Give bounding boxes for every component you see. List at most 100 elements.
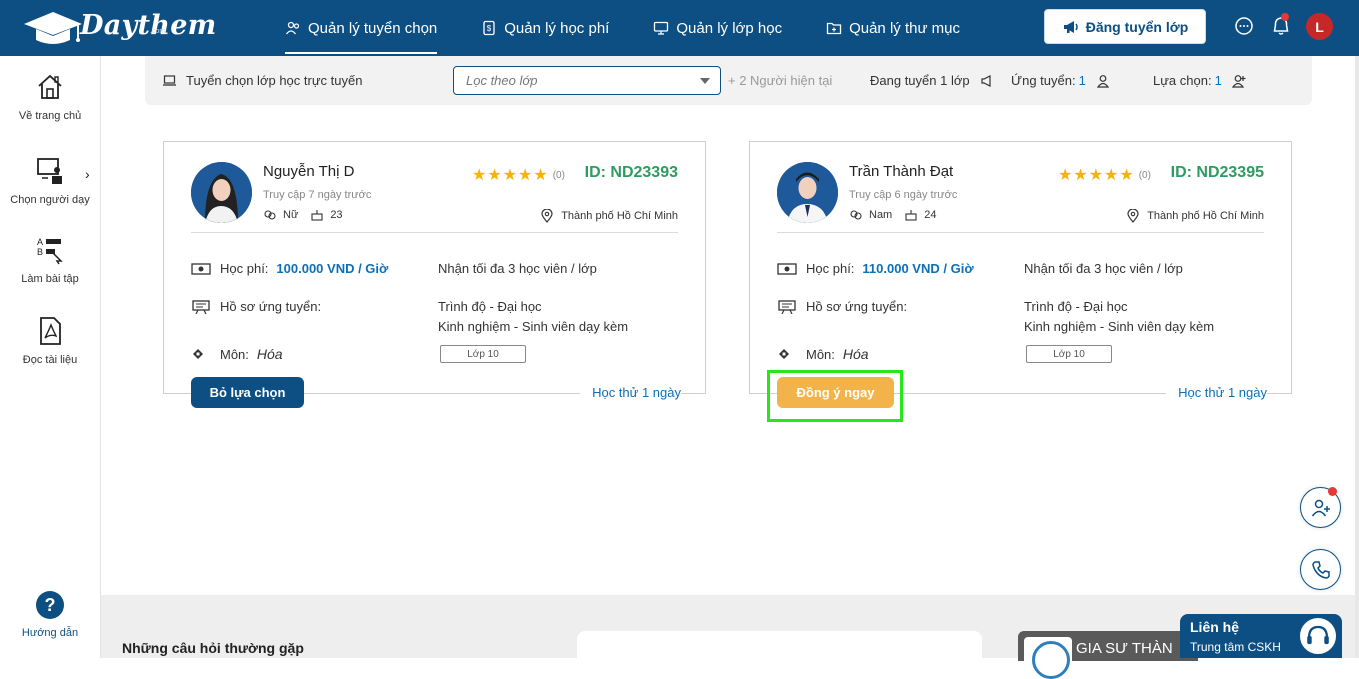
gender: Nữ (283, 209, 299, 221)
nav-fees[interactable]: $ Quản lý học phí (481, 0, 609, 56)
help-link[interactable]: ? Hướng dẫn (0, 591, 100, 639)
nav-fees-label: Quản lý học phí (504, 19, 610, 37)
subject-row: Môn: Hóa (191, 346, 283, 362)
nav-classes[interactable]: Quản lý lớp học (653, 0, 782, 56)
avatar-icon (777, 162, 838, 223)
agree-now-button[interactable]: Đồng ý ngay (777, 377, 894, 408)
age: 24 (924, 209, 937, 221)
sidebar: Về trang chủ Chọn người dạy › AB Làm bài… (0, 56, 101, 658)
headset-glyph (1307, 625, 1329, 645)
sidebar-item-documents[interactable]: Đọc tài liệu (0, 316, 100, 366)
teacher-icon (37, 158, 62, 184)
star-icons: ★★★★★ (1058, 167, 1135, 184)
class-filter-placeholder: Lọc theo lớp (466, 73, 538, 88)
candidate-photo (191, 162, 252, 223)
fee-value: 110.000 VND / Giờ (862, 261, 974, 276)
filter-bar: Tuyển chọn lớp học trực tuyến Lọc theo l… (145, 56, 1312, 105)
education-level: Trình độ - Đại học (438, 299, 542, 314)
notification-dot (1328, 487, 1337, 496)
post-class-label: Đăng tuyển lớp (1085, 18, 1189, 35)
trial-text: Học thử 1 ngày (580, 385, 681, 400)
nav-folders-label: Quản lý thư mục (849, 19, 960, 37)
sidebar-expand-icon[interactable]: › (85, 166, 90, 182)
nav-classes-label: Quản lý lớp học (676, 19, 783, 37)
profile-board-icon (778, 299, 796, 314)
class-filter-select[interactable]: Lọc theo lớp (453, 66, 721, 95)
chat-icon[interactable] (1234, 16, 1254, 36)
applied-stat: Ứng tuyển: 1 (1011, 73, 1110, 88)
main-nav: Quản lý tuyển chọn $ Quản lý học phí Quả… (285, 0, 1004, 56)
call-button[interactable] (1300, 549, 1341, 590)
star-icons: ★★★★★ (472, 167, 549, 184)
gender-icon (264, 210, 276, 220)
experience: Kinh nghiệm - Sinh viên dạy kèm (438, 319, 629, 334)
profile-label: Hồ sơ ứng tuyển: (806, 299, 908, 314)
user-avatar[interactable]: L (1306, 13, 1333, 40)
faq-panel (577, 631, 982, 661)
profile-row: Hồ sơ ứng tuyển: (777, 299, 907, 314)
scrollbar[interactable] (1355, 56, 1359, 658)
user-plus-icon (1231, 74, 1246, 88)
sidebar-item-home[interactable]: Về trang chủ (0, 72, 100, 122)
cake-icon (311, 210, 323, 221)
nav-folders[interactable]: Quản lý thư mục (826, 0, 960, 56)
rating-count: (0) (1138, 169, 1151, 181)
gender: Nam (869, 209, 893, 221)
location-pin-icon (541, 209, 553, 223)
location-text: Thành phố Hồ Chí Minh (1147, 210, 1264, 222)
candidate-id: ID: ND23393 (584, 164, 678, 181)
diamond-icon (193, 349, 203, 359)
grade-tag: Lớp 10 (1026, 345, 1112, 363)
nav-selection-label: Quản lý tuyển chọn (308, 19, 438, 37)
fee-label: Học phí: (220, 261, 269, 276)
diamond-icon (779, 349, 789, 359)
filter-title-label: Tuyển chọn lớp học trực tuyến (186, 73, 363, 88)
candidate-meta: Nữ 23 (263, 209, 343, 221)
rating-stars: ★★★★★ (0) (1058, 165, 1151, 185)
subject-label: Môn: (806, 346, 835, 362)
contact-subtitle: Trung tâm CSKH (1190, 640, 1281, 654)
megaphone-icon (1063, 20, 1078, 33)
sidebar-item-exercise[interactable]: AB Làm bài tập (0, 235, 100, 285)
svg-text:B: B (37, 247, 43, 257)
recruiting-stat: Đang tuyển 1 lớp (870, 73, 994, 88)
grade-tag: Lớp 10 (440, 345, 526, 363)
contact-widget[interactable]: Liên hệ Trung tâm CSKH (1180, 614, 1342, 658)
user-plus-icon (1311, 499, 1330, 516)
promo-banner[interactable]: GIA SƯ THÀN (1018, 631, 1198, 679)
logo-text: Daythem (80, 9, 217, 41)
logo[interactable]: Daythem (22, 8, 217, 48)
candidate-location: Thành phố Hồ Chí Minh (541, 209, 678, 223)
fee-row: Học phí: 100.000 VND / Giờ (191, 261, 388, 276)
candidate-name: Trần Thành Đạt (849, 163, 954, 180)
sidebar-item-label: Đọc tài liệu (22, 354, 78, 366)
post-class-button[interactable]: Đăng tuyển lớp (1044, 9, 1206, 44)
cake-icon (905, 210, 917, 221)
folder-icon (826, 22, 842, 35)
candidate-location: Thành phố Hồ Chí Minh (1127, 209, 1264, 223)
nav-selection[interactable]: Quản lý tuyển chọn (285, 0, 438, 56)
fee-label: Học phí: (806, 261, 855, 276)
trial-text: Học thử 1 ngày (1166, 385, 1267, 400)
candidate-card: Nguyễn Thị D Truy cập 7 ngày trước Nữ 23… (163, 141, 706, 400)
rating-stars: ★★★★★ (0) (472, 165, 565, 185)
help-label: Hướng dẫn (21, 627, 79, 639)
remove-selection-button[interactable]: Bỏ lựa chọn (191, 377, 304, 408)
selected-stat: Lựa chọn: 1 (1153, 73, 1246, 88)
cash-icon (191, 262, 211, 275)
selected-label: Lựa chọn: (1153, 73, 1212, 88)
selected-count: 1 (1214, 73, 1222, 88)
rating-count: (0) (552, 169, 565, 181)
banner-text: GIA SƯ THÀN (1076, 640, 1173, 657)
profile-board-icon (192, 299, 210, 314)
money-icon: $ (483, 20, 495, 36)
user-icon (1096, 74, 1109, 88)
age: 23 (330, 209, 343, 221)
candidate-name: Nguyễn Thị D (263, 163, 355, 180)
notification-dot (1281, 13, 1289, 21)
headset-icon (1298, 616, 1338, 656)
candidate-photo (777, 162, 838, 223)
education-level: Trình độ - Đại học (1024, 299, 1128, 314)
sidebar-item-label: Về trang chủ (18, 110, 82, 122)
svg-text:A: A (37, 237, 43, 247)
